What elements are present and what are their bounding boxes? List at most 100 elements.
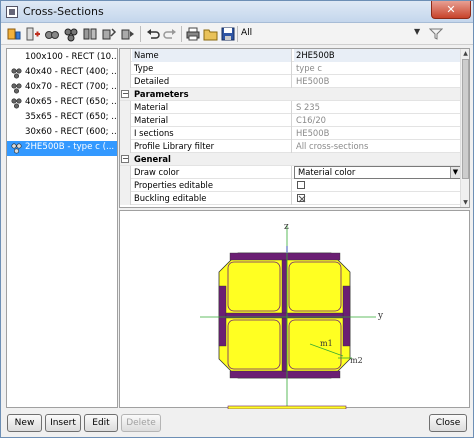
- property-value: All cross-sections: [296, 141, 369, 151]
- properties-editable-checkbox[interactable]: [297, 181, 305, 189]
- rebar-section-icon: [11, 83, 22, 94]
- edit-button[interactable]: Edit: [84, 414, 118, 432]
- window-close-button[interactable]: ✕: [431, 1, 471, 19]
- row-gutter: [120, 166, 131, 179]
- property-row-type[interactable]: Type type c: [120, 62, 461, 75]
- undo-icon[interactable]: [145, 26, 161, 42]
- group-icon[interactable]: [63, 26, 79, 42]
- collapse-toggle-icon[interactable]: −: [121, 90, 129, 98]
- property-name: Detailed: [132, 75, 292, 88]
- row-gutter: [120, 101, 131, 114]
- row-gutter: [120, 140, 131, 153]
- rebar-section-icon: [11, 98, 22, 109]
- toolbar-separator: [140, 26, 141, 42]
- list-item[interactable]: 35x65 - RECT (650; ...: [7, 111, 117, 126]
- property-row-material-concrete[interactable]: Material C16/20: [120, 114, 461, 127]
- buckling-editable-checkbox[interactable]: [297, 194, 306, 203]
- print-icon[interactable]: [185, 26, 201, 42]
- list-item[interactable]: 40x65 - RECT (650; ...: [7, 96, 117, 111]
- property-row-properties-editable[interactable]: Properties editable: [120, 179, 461, 192]
- filter-icon[interactable]: [429, 27, 443, 41]
- property-value[interactable]: 2HE500B: [294, 49, 461, 62]
- cross-section-list[interactable]: 100x100 - RECT (10... 40x40 - RECT (400;…: [6, 48, 118, 408]
- property-row-i-sections[interactable]: I sections HE500B: [120, 127, 461, 140]
- label-m2: m2: [350, 356, 363, 365]
- row-gutter: [120, 114, 131, 127]
- list-item-label: 35x65 - RECT (650; ...: [25, 112, 117, 122]
- property-row-detailed[interactable]: Detailed HE500B: [120, 75, 461, 88]
- collapse-toggle-icon[interactable]: −: [121, 155, 129, 163]
- axis-z-label: z: [284, 222, 289, 232]
- new-section-icon[interactable]: [6, 26, 22, 42]
- section-header-parameters[interactable]: − Parameters: [120, 88, 461, 101]
- properties-icon[interactable]: [44, 26, 60, 42]
- delete-icon[interactable]: [120, 26, 136, 42]
- property-name: Material: [132, 114, 292, 127]
- property-name: Material: [132, 101, 292, 114]
- ungroup-icon[interactable]: [82, 26, 98, 42]
- title-bar[interactable]: Cross-Sections ✕: [1, 1, 473, 23]
- property-name: I sections: [132, 127, 292, 140]
- property-row-material-steel[interactable]: Material S 235: [120, 101, 461, 114]
- window-title: Cross-Sections: [23, 5, 104, 18]
- property-row-name[interactable]: Name 2HE500B: [120, 49, 461, 62]
- insert-icon[interactable]: [25, 26, 41, 42]
- insert-button[interactable]: Insert: [45, 414, 81, 432]
- delete-button[interactable]: Delete: [121, 414, 161, 432]
- property-row-profile-library-filter[interactable]: Profile Library filter All cross-section…: [120, 140, 461, 153]
- property-grid-scrollbar[interactable]: ▲ ▼: [460, 49, 469, 207]
- list-item-label: 40x65 - RECT (650; ...: [25, 97, 117, 107]
- rebar-section-icon: [11, 68, 22, 79]
- rect-section-icon: [11, 53, 22, 64]
- cross-section-preview: z y m1 m2: [119, 210, 470, 410]
- list-item[interactable]: 40x70 - RECT (700; ...: [7, 81, 117, 96]
- row-gutter: [120, 127, 131, 140]
- row-gutter: [120, 192, 131, 205]
- next-section-edge: [227, 405, 347, 410]
- cross-section-drawing: z y m1 m2: [200, 222, 384, 410]
- scroll-up-icon[interactable]: ▲: [461, 49, 470, 58]
- rect-section-icon: [11, 128, 22, 139]
- close-button[interactable]: Close: [429, 414, 467, 432]
- property-name: Properties editable: [132, 179, 292, 192]
- property-name: Name: [132, 49, 292, 62]
- row-gutter: [120, 179, 131, 192]
- redo-icon[interactable]: [162, 26, 178, 42]
- composite-section-icon: [11, 143, 22, 154]
- cross-sections-window: Cross-Sections ✕ All ▼ 100x100 - RECT (1…: [0, 0, 474, 438]
- new-button[interactable]: New: [7, 414, 42, 432]
- draw-color-value: Material color: [298, 167, 356, 177]
- property-row-draw-color[interactable]: Draw color Material color ▼: [120, 166, 461, 179]
- row-gutter: [120, 62, 131, 75]
- label-m1: m1: [320, 339, 333, 348]
- list-item[interactable]: 40x40 - RECT (400; ...: [7, 66, 117, 81]
- section-header-general[interactable]: − General: [120, 153, 461, 166]
- open-icon[interactable]: [203, 26, 219, 42]
- checkmark-icon: [298, 195, 306, 203]
- list-item-label: 40x40 - RECT (400; ...: [25, 67, 117, 77]
- property-value: C16/20: [296, 115, 326, 125]
- filter-select[interactable]: All: [241, 28, 252, 38]
- dialog-button-bar: New Insert Edit Delete Close: [1, 411, 473, 437]
- list-item[interactable]: 30x60 - RECT (600; ...: [7, 126, 117, 141]
- toolbar-separator: [237, 26, 238, 42]
- scroll-thumb[interactable]: [462, 59, 469, 179]
- edit-icon[interactable]: [101, 26, 117, 42]
- chevron-down-icon[interactable]: ▼: [450, 167, 460, 178]
- toolbar: All ▼: [1, 23, 473, 45]
- toolbar-separator: [181, 26, 182, 42]
- save-icon[interactable]: [220, 26, 236, 42]
- list-item[interactable]: 100x100 - RECT (10...: [7, 51, 117, 66]
- property-row-buckling-editable[interactable]: Buckling editable: [120, 192, 461, 205]
- row-gutter: [120, 49, 131, 62]
- property-value: type c: [296, 63, 322, 73]
- row-gutter: [120, 75, 131, 88]
- filter-dropdown-arrow[interactable]: ▼: [414, 27, 420, 36]
- property-name: Draw color: [132, 166, 292, 179]
- property-value: HE500B: [296, 76, 330, 86]
- draw-color-select[interactable]: Material color ▼: [294, 166, 461, 179]
- property-value: HE500B: [296, 128, 330, 138]
- property-name: Profile Library filter: [132, 140, 292, 153]
- list-item-selected[interactable]: 2HE500B - type c (...: [7, 141, 117, 156]
- scroll-down-icon[interactable]: ▼: [461, 198, 470, 207]
